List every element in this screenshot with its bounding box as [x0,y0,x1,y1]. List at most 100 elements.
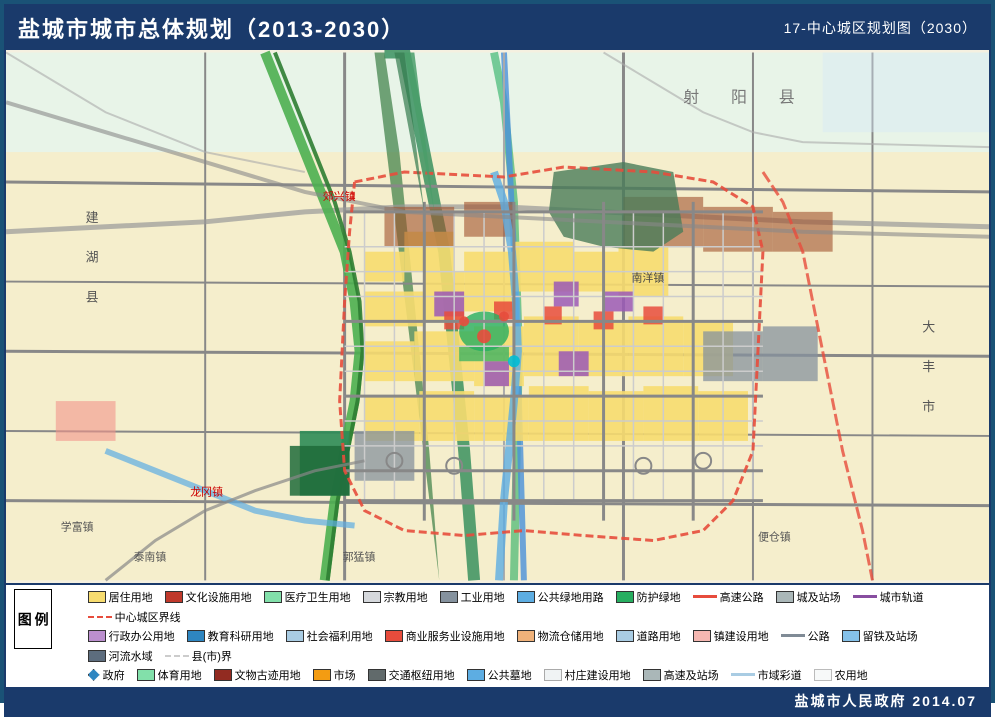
legend-label-public-green: 公共绿地用路 [538,589,604,605]
svg-text:泰南镇: 泰南镇 [133,549,166,563]
header-subtitle: 17-中心城区规划图（2030） [784,18,977,38]
legend-title: 图例 [14,589,52,649]
legend-box-public-green [517,591,535,603]
legend-welfare: 社会福利用地 [286,628,373,644]
legend-road: 道路用地 [616,628,681,644]
legend-town-build: 镇建设用地 [693,628,769,644]
legend-box-farmland [814,669,832,681]
legend-box-medical [264,591,282,603]
legend-sport: 体育用地 [137,667,202,683]
svg-text:南洋镇: 南洋镇 [631,271,664,285]
legend-label-boundary: 中心城区界线 [115,609,181,625]
map-svg: 建 湖 县 射 阳 县 大 丰 市 郊兴镇 南洋镇 龙冈镇 学富镇 泰南镇 郭猛… [6,50,989,583]
legend-box-industrial [440,591,458,603]
legend-label-culture: 文化设施用地 [186,589,252,605]
legend-box-welfare [286,630,304,642]
legend-label-road: 道路用地 [637,628,681,644]
svg-text:市: 市 [922,399,935,414]
legend-row-2: 行政办公用地 教育科研用地 社会福利用地 商业服务业设施用地 [88,628,981,664]
legend-city-station: 城及站场 [776,589,841,605]
svg-text:便仓镇: 便仓镇 [758,530,791,544]
svg-text:学富镇: 学富镇 [61,520,94,534]
legend-line-boundary [88,616,112,618]
legend-box-commercial [385,630,403,642]
legend-label-town-build: 镇建设用地 [714,628,769,644]
legend-label-cemetery: 公共墓地 [488,667,532,683]
legend-box-express-station [643,669,661,681]
legend-line-road2 [781,634,805,637]
header-title: 盐城市城市总体规划（2013-2030） [18,12,405,44]
legend-label-industrial: 工业用地 [461,589,505,605]
svg-text:射 阳 县: 射 阳 县 [683,88,802,106]
inner-container: 盐城市城市总体规划（2013-2030） 17-中心城区规划图（2030） [4,4,991,717]
legend-row-3: 政府 体育用地 文物古迹用地 市场 [88,667,981,683]
legend-line-county [165,655,189,657]
legend-area: 图例 居住用地 文化设施用地 医疗 [6,583,989,687]
legend-box-protect-green [616,591,634,603]
legend-content: 居住用地 文化设施用地 医疗卫生用地 宗教用地 [88,589,981,683]
legend-label-city-road: 市域彩道 [758,667,802,683]
legend-box-gov [88,669,100,681]
legend-box-logistics [517,630,535,642]
legend-label-market: 市场 [334,667,356,683]
legend-box-edu [187,630,205,642]
legend-box-admin [88,630,106,642]
legend-box-river [88,650,106,662]
legend-river: 河流水域 [88,648,153,664]
legend-protect-green: 防护绿地 [616,589,681,605]
legend-city-road: 市域彩道 [731,667,802,683]
legend-label-farmland: 农用地 [835,667,868,683]
legend-admin: 行政办公用地 [88,628,175,644]
legend-line-city-road [731,673,755,676]
legend-religious: 宗教用地 [363,589,428,605]
svg-text:大: 大 [922,319,935,334]
legend-cemetery: 公共墓地 [467,667,532,683]
legend-label-rail: 城市轨道 [880,589,924,605]
legend-market: 市场 [313,667,356,683]
legend-line-rail [853,595,877,598]
legend-label-religious: 宗教用地 [384,589,428,605]
legend-box-transport-hub [368,669,386,681]
legend-box-religious [363,591,381,603]
legend-label-railway: 留铁及站场 [863,628,918,644]
legend-gov: 政府 [88,667,125,683]
legend-transport-hub: 交通枢纽用地 [368,667,455,683]
legend-row-1: 居住用地 文化设施用地 医疗卫生用地 宗教用地 [88,589,981,625]
legend-label-protect-green: 防护绿地 [637,589,681,605]
legend-box-culture [165,591,183,603]
legend-culture: 文化设施用地 [165,589,252,605]
svg-text:龙冈镇: 龙冈镇 [190,485,223,499]
legend-label-county: 县(市)界 [192,648,232,664]
legend-box-residential [88,591,106,603]
legend-express-station: 高速及站场 [643,667,719,683]
legend-box-cemetery [467,669,485,681]
legend-village-build: 村庄建设用地 [544,667,631,683]
footer: 盐城市人民政府 2014.07 [6,687,989,715]
legend-box-sport [137,669,155,681]
svg-text:郊兴镇: 郊兴镇 [323,189,356,203]
legend-box-market [313,669,331,681]
legend-label-road2: 公路 [808,628,830,644]
legend-label-commercial: 商业服务业设施用地 [406,628,505,644]
legend-industrial: 工业用地 [440,589,505,605]
legend-label-express-station: 高速及站场 [664,667,719,683]
legend-label-medical: 医疗卫生用地 [285,589,351,605]
legend-label-heritage: 文物古迹用地 [235,667,301,683]
legend-label-logistics: 物流仓储用地 [538,628,604,644]
legend-box-railway [842,630,860,642]
legend-label-city-station: 城及站场 [797,589,841,605]
legend-label-admin: 行政办公用地 [109,628,175,644]
legend-farmland: 农用地 [814,667,868,683]
legend-highway: 高速公路 [693,589,764,605]
legend-label-transport-hub: 交通枢纽用地 [389,667,455,683]
outer-container: 盐城市城市总体规划（2013-2030） 17-中心城区规划图（2030） [0,0,995,703]
legend-county: 县(市)界 [165,648,232,664]
legend-edu: 教育科研用地 [187,628,274,644]
legend-commercial: 商业服务业设施用地 [385,628,505,644]
legend-label-river: 河流水域 [109,648,153,664]
legend-rail: 城市轨道 [853,589,924,605]
legend-heritage: 文物古迹用地 [214,667,301,683]
legend-label-sport: 体育用地 [158,667,202,683]
legend-box-road [616,630,634,642]
legend-box-village-build [544,669,562,681]
